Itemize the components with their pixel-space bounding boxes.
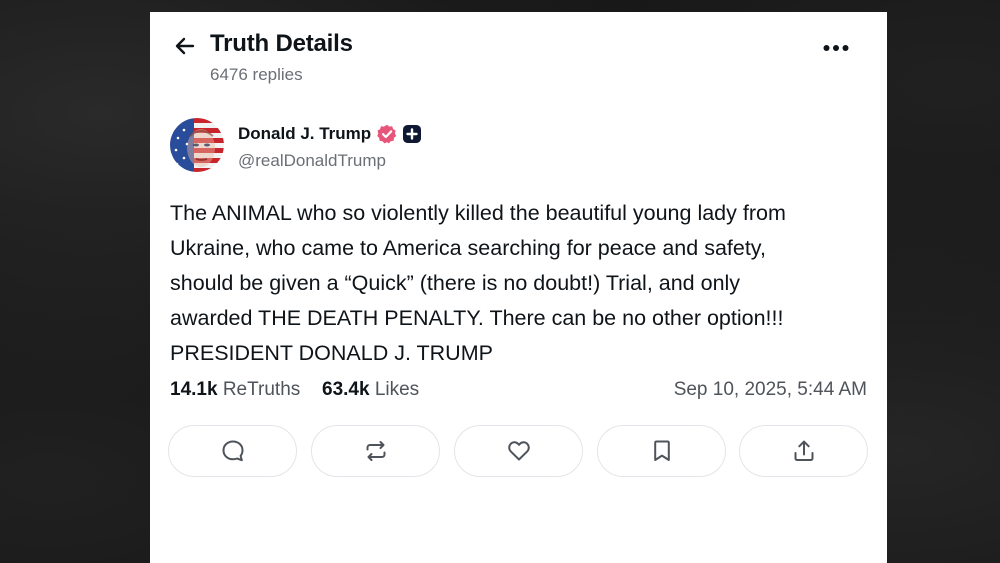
post-body: The ANIMAL who so violently killed the b… bbox=[170, 196, 870, 371]
back-button[interactable] bbox=[172, 33, 198, 59]
author-name[interactable]: Donald J. Trump bbox=[238, 124, 371, 144]
reply-button[interactable] bbox=[168, 425, 297, 477]
post-line: The ANIMAL who so violently killed the b… bbox=[170, 201, 786, 225]
likes-label: Likes bbox=[374, 379, 420, 400]
ellipsis-icon bbox=[823, 45, 849, 51]
post-stats: 14.1k ReTruths 63.4k Likes Sep 10, 2025,… bbox=[170, 379, 867, 405]
post-line: should be given a “Quick” (there is no d… bbox=[170, 271, 741, 295]
more-options-button[interactable] bbox=[818, 38, 854, 58]
plus-badge-icon bbox=[403, 125, 422, 143]
repost-icon bbox=[366, 441, 385, 461]
bookmark-button[interactable] bbox=[597, 425, 726, 477]
chat-bubble-icon bbox=[222, 440, 243, 462]
post-line: Ukraine, who came to America searching f… bbox=[170, 236, 766, 260]
heart-icon bbox=[507, 441, 530, 461]
replies-count: 6476 replies bbox=[210, 65, 303, 84]
likes-stat[interactable]: 63.4k Likes bbox=[322, 379, 419, 401]
author-handle[interactable]: @realDonaldTrump bbox=[238, 151, 386, 171]
truth-details-card: Truth Details 6476 replies Donald J. Tru… bbox=[150, 12, 887, 563]
retruth-button[interactable] bbox=[311, 425, 440, 477]
avatar[interactable] bbox=[170, 118, 224, 172]
post-timestamp: Sep 10, 2025, 5:44 AM bbox=[673, 379, 867, 400]
like-button[interactable] bbox=[454, 425, 583, 477]
verified-badge-icon bbox=[377, 124, 397, 144]
retruths-count: 14.1k bbox=[170, 379, 218, 400]
author-row: Donald J. Trump bbox=[238, 122, 422, 146]
likes-count: 63.4k bbox=[322, 379, 370, 400]
page-header: Truth Details 6476 replies bbox=[150, 12, 887, 102]
share-icon bbox=[794, 440, 813, 461]
arrow-left-icon bbox=[175, 37, 195, 55]
page-title: Truth Details bbox=[210, 30, 353, 57]
post-line: awarded THE DEATH PENALTY. There can be … bbox=[170, 306, 784, 330]
retruths-stat[interactable]: 14.1k ReTruths bbox=[170, 379, 300, 401]
action-bar bbox=[168, 425, 870, 479]
bookmark-icon bbox=[653, 440, 670, 461]
post-line: PRESIDENT DONALD J. TRUMP bbox=[170, 341, 493, 365]
retruths-label: ReTruths bbox=[222, 379, 301, 400]
share-button[interactable] bbox=[739, 425, 868, 477]
